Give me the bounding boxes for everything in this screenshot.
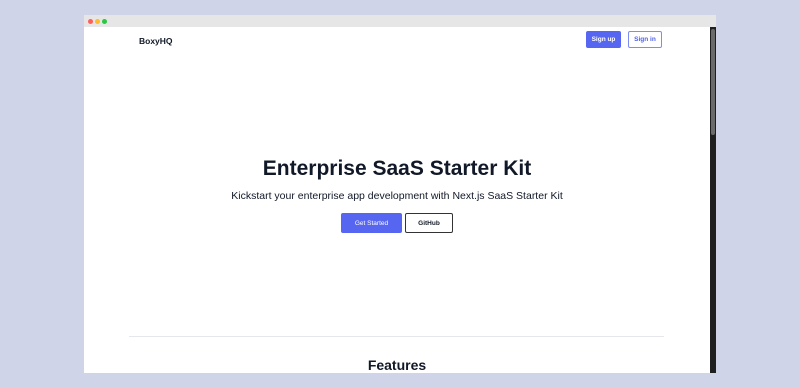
hero-subtitle: Kickstart your enterprise app developmen… (231, 190, 563, 202)
features-heading: Features (367, 357, 427, 373)
sign-in-button[interactable]: Sign in (628, 31, 662, 48)
scrollbar-thumb[interactable] (711, 29, 715, 135)
hero-title: Enterprise SaaS Starter Kit (262, 157, 532, 180)
window-titlebar (84, 15, 716, 27)
browser-window: BoxyHQ Sign up Sign in Enterprise SaaS S… (84, 15, 716, 373)
sign-up-button[interactable]: Sign up (586, 31, 621, 48)
page-content: BoxyHQ Sign up Sign in Enterprise SaaS S… (84, 27, 710, 373)
minimize-window-button[interactable] (95, 18, 100, 24)
maximize-window-button[interactable] (102, 18, 107, 24)
get-started-button[interactable]: Get Started (341, 213, 402, 233)
vertical-scrollbar[interactable] (710, 27, 716, 373)
brand-logo-text[interactable]: BoxyHQ (139, 35, 173, 47)
github-button[interactable]: GitHub (405, 213, 453, 233)
close-window-button[interactable] (88, 18, 93, 24)
section-divider (129, 336, 664, 337)
